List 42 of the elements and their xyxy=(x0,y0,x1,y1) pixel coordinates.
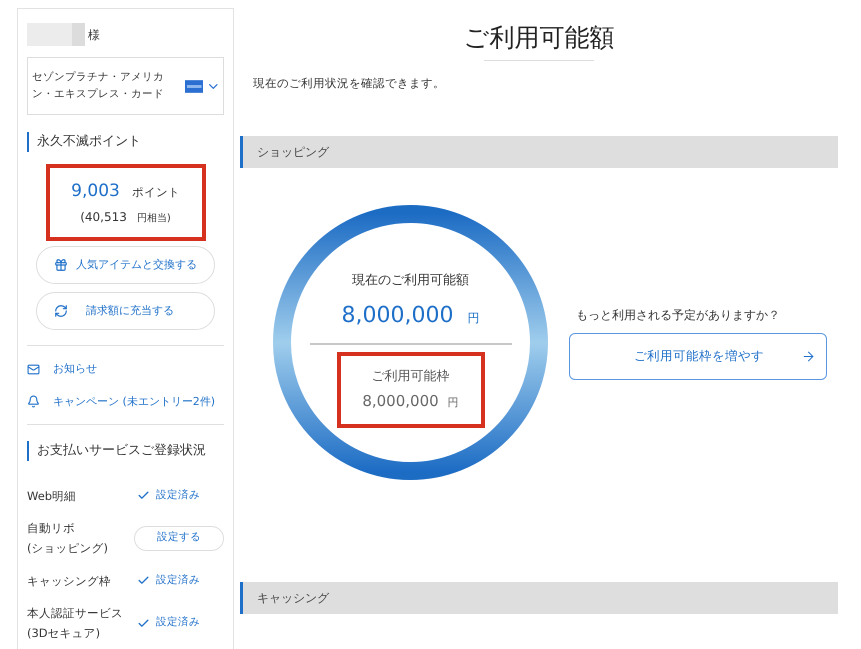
card-selector[interactable]: セゾンプラチナ・アメリカン・エキスプレス・カード xyxy=(27,57,224,115)
limit-unit: 円 xyxy=(448,395,459,412)
refresh-icon xyxy=(54,304,68,318)
current-label: 現在のご利用可能額 xyxy=(352,272,469,290)
limit-amount: 8,000,000 xyxy=(362,391,439,412)
limit-label: ご利用可能枠 xyxy=(372,368,450,386)
check-icon xyxy=(137,616,150,630)
service-status: 設定済み xyxy=(156,615,200,630)
service-status: 設定済み xyxy=(156,572,200,588)
honorific: 様 xyxy=(88,26,100,44)
section-bar: ショッピング xyxy=(240,136,838,168)
service-status: 設定済み xyxy=(156,488,200,503)
current-unit: 円 xyxy=(467,310,480,327)
check-icon xyxy=(137,574,150,587)
setup-button[interactable]: 設定する xyxy=(134,526,224,550)
points-action-button[interactable]: 人気アイテムと交換する xyxy=(36,246,215,284)
section-bar: キャッシング xyxy=(240,582,838,614)
mail-icon xyxy=(27,362,40,376)
page-description: 現在のご利用状況を確認できます。 xyxy=(253,75,446,92)
gift-icon xyxy=(54,258,68,272)
service-label: 自動リボ (ショッピング) xyxy=(27,520,109,557)
bell-icon xyxy=(27,395,40,408)
check-icon xyxy=(137,489,150,502)
redacted-name xyxy=(27,23,85,46)
points-value: 9,003 xyxy=(71,180,120,204)
section-heading: お支払いサービスご登録状況 xyxy=(27,441,224,461)
service-label: キャッシング枠 xyxy=(27,572,112,590)
notice-link[interactable]: お知らせ xyxy=(27,361,224,378)
card-icon xyxy=(184,80,204,92)
arrow-right-icon xyxy=(801,348,816,364)
service-label: Web明細 xyxy=(27,488,78,504)
current-amount: 8,000,000 xyxy=(342,302,454,330)
yen-suffix: 円相当) xyxy=(136,212,171,226)
increase-limit-button[interactable]: ご利用可能枠を増やす xyxy=(569,332,827,380)
notice-link[interactable]: キャンペーン (未エントリー2件) xyxy=(27,394,224,410)
question-text: もっと利用される予定がありますか？ xyxy=(576,306,781,324)
page-title: ご利用可能額 xyxy=(464,22,614,54)
section-heading: 永久不滅ポイント xyxy=(27,132,224,152)
points-unit: ポイント xyxy=(132,184,180,202)
points-action-button[interactable]: 請求額に充当する xyxy=(36,292,215,330)
service-label: 本人認証サービス (3Dセキュア) xyxy=(27,605,124,642)
yen-equivalent: (40,513 xyxy=(80,208,127,226)
